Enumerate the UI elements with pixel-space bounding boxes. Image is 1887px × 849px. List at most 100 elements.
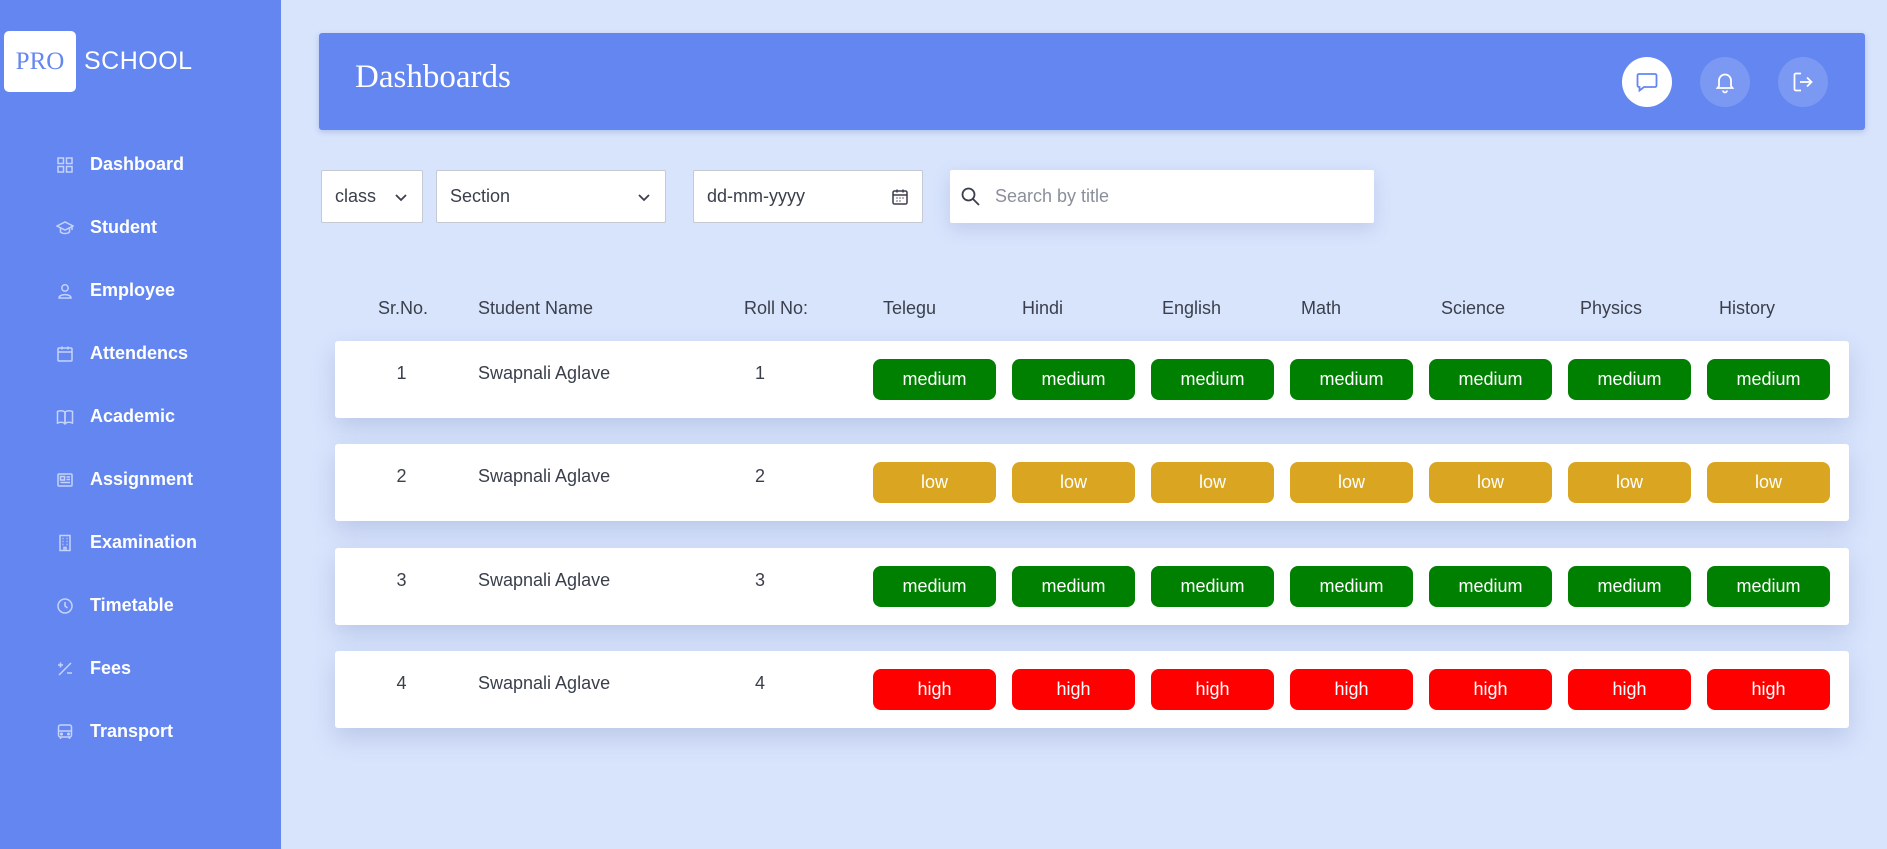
level-badge: medium (1290, 359, 1413, 400)
chat-icon (1636, 73, 1658, 93)
sidebar-item-attendencs[interactable]: Attendencs (0, 322, 281, 385)
cell-roll-no: 4 (754, 673, 765, 693)
cell-student-name: Swapnali Aglave (478, 570, 611, 590)
building-icon (56, 534, 74, 552)
class-select-value: class (335, 186, 377, 206)
search-icon (961, 187, 980, 206)
sidebar-item-dashboard[interactable]: Dashboard (0, 133, 281, 196)
date-input-placeholder: dd-mm-yyyy (707, 186, 805, 206)
level-badge: medium (1429, 566, 1552, 607)
level-badge: medium (873, 566, 996, 607)
chevron-down-icon (395, 193, 407, 201)
logo-pro: PRO (4, 31, 76, 92)
level-badge: medium (1568, 359, 1691, 400)
book-open-icon (56, 408, 74, 426)
calendar-picker-icon[interactable] (891, 188, 909, 206)
sidebar-item-label: Dashboard (90, 154, 185, 174)
level-badge: medium (1568, 566, 1691, 607)
sidebar-item-fees[interactable]: Fees (0, 637, 281, 700)
sidebar-item-label: Student (90, 217, 157, 237)
level-badge: high (1568, 669, 1691, 710)
level-badge: low (873, 462, 996, 503)
sidebar-item-transport[interactable]: Transport (0, 700, 281, 763)
cell-sr-no: 4 (396, 673, 407, 693)
logo-school: SCHOOL (84, 47, 193, 75)
percent-icon (56, 660, 74, 678)
level-badge: medium (1012, 566, 1135, 607)
level-badges: medium medium medium medium medium mediu… (873, 359, 1830, 400)
sidebar-item-assignment[interactable]: Assignment (0, 448, 281, 511)
header-history: History (1719, 298, 1776, 318)
section-select[interactable]: Section (436, 170, 666, 223)
graduation-cap-icon (56, 219, 74, 237)
level-badge: low (1290, 462, 1413, 503)
newspaper-icon (56, 471, 74, 489)
sidebar-nav: Dashboard Student Employee Attendencs Ac… (0, 133, 281, 763)
calendar-icon (56, 345, 74, 363)
level-badge: medium (873, 359, 996, 400)
logout-icon (1793, 72, 1813, 92)
notifications-button[interactable] (1700, 57, 1750, 107)
level-badge: low (1429, 462, 1552, 503)
search-input[interactable] (995, 186, 1355, 207)
cell-roll-no: 3 (754, 570, 765, 590)
chat-button[interactable] (1622, 57, 1672, 107)
bell-icon (1715, 73, 1735, 94)
level-badge: low (1568, 462, 1691, 503)
level-badge: high (1429, 669, 1552, 710)
table-row: 2 Swapnali Aglave 2 low low low low low … (335, 444, 1849, 521)
cell-student-name: Swapnali Aglave (478, 466, 611, 486)
bus-icon (56, 723, 74, 741)
level-badge: low (1012, 462, 1135, 503)
level-badge: high (1012, 669, 1135, 710)
section-select-value: Section (450, 186, 511, 206)
header-student-name: Student Name (478, 298, 594, 318)
header-telegu: Telegu (883, 298, 937, 318)
sidebar-item-timetable[interactable]: Timetable (0, 574, 281, 637)
sidebar-item-examination[interactable]: Examination (0, 511, 281, 574)
level-badges: high high high high high high high (873, 669, 1830, 710)
cell-sr-no: 3 (396, 570, 407, 590)
sidebar-item-label: Employee (90, 280, 176, 300)
cell-sr-no: 1 (396, 363, 407, 383)
clock-icon (56, 597, 74, 615)
cell-sr-no: 2 (396, 466, 407, 486)
cell-student-name: Swapnali Aglave (478, 363, 611, 383)
sidebar-item-label: Fees (90, 658, 132, 678)
sidebar-item-label: Examination (90, 532, 198, 552)
header-hindi: Hindi (1022, 298, 1064, 318)
brand-logo[interactable]: PRO SCHOOL (4, 31, 193, 92)
sidebar-item-student[interactable]: Student (0, 196, 281, 259)
sidebar-item-label: Attendencs (90, 343, 189, 363)
level-badge: high (873, 669, 996, 710)
level-badge: low (1707, 462, 1830, 503)
level-badge: high (1707, 669, 1830, 710)
level-badge: high (1290, 669, 1413, 710)
class-select[interactable]: class (321, 170, 423, 223)
table-row: 3 Swapnali Aglave 3 medium medium medium… (335, 548, 1849, 625)
header-science: Science (1441, 298, 1506, 318)
sidebar-item-academic[interactable]: Academic (0, 385, 281, 448)
level-badge: medium (1012, 359, 1135, 400)
sidebar-item-label: Timetable (90, 595, 174, 615)
sidebar-item-label: Transport (90, 721, 174, 741)
sidebar-item-employee[interactable]: Employee (0, 259, 281, 322)
chevron-down-icon (638, 193, 650, 201)
level-badge: medium (1151, 359, 1274, 400)
level-badge: medium (1151, 566, 1274, 607)
header-sr-no: Sr.No. (378, 298, 429, 318)
table-row: 1 Swapnali Aglave 1 medium medium medium… (335, 341, 1849, 418)
level-badges: medium medium medium medium medium mediu… (873, 566, 1830, 607)
date-input[interactable]: dd-mm-yyyy (693, 170, 923, 223)
search-box[interactable] (950, 170, 1374, 223)
cell-roll-no: 2 (754, 466, 765, 486)
logout-button[interactable] (1778, 57, 1828, 107)
header-roll-no: Roll No: (744, 298, 809, 318)
sidebar-item-label: Academic (90, 406, 176, 426)
level-badge: medium (1429, 359, 1552, 400)
level-badge: medium (1707, 359, 1830, 400)
level-badges: low low low low low low low (873, 462, 1830, 503)
sidebar-item-label: Assignment (90, 469, 194, 489)
sidebar: PRO SCHOOL Dashboard Student Employee At… (0, 0, 281, 849)
header-math: Math (1301, 298, 1342, 318)
